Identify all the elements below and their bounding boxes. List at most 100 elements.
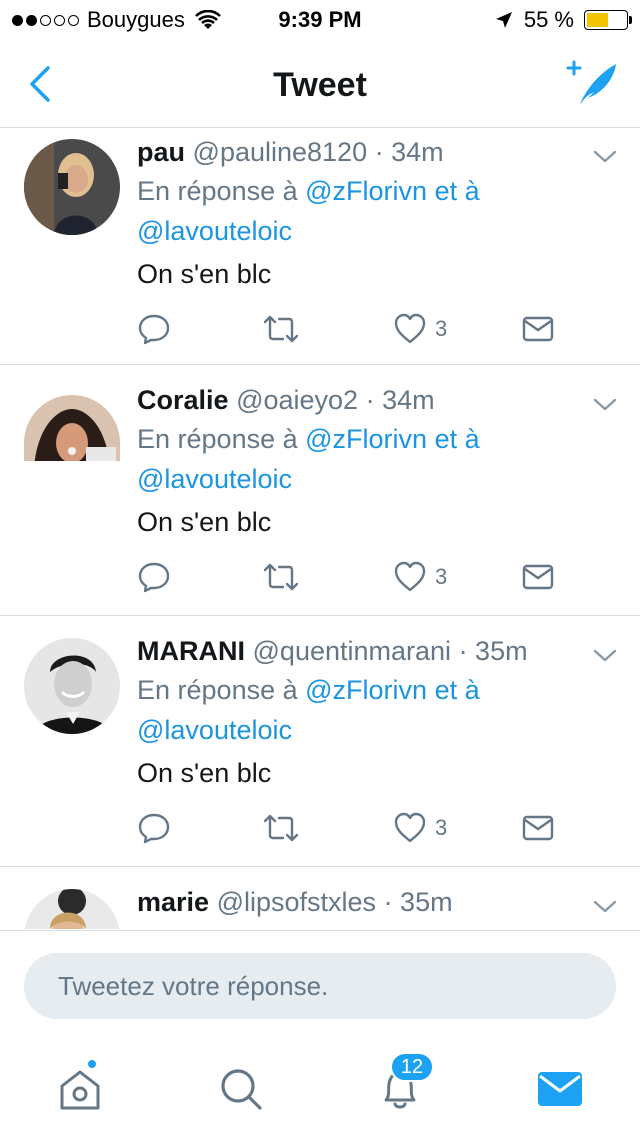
envelope-icon	[522, 564, 554, 590]
search-icon	[221, 1069, 262, 1110]
mention-link[interactable]: @zFlorivn	[305, 424, 427, 454]
like-button[interactable]: 3	[393, 808, 447, 848]
author-handle[interactable]: @pauline8120	[193, 137, 368, 167]
reply-joiner[interactable]: et à	[435, 424, 480, 454]
retweet-button[interactable]	[261, 309, 301, 349]
tweet-item[interactable]: marie @lipsofstxles · 35m	[0, 867, 640, 929]
direct-message-button[interactable]	[521, 808, 555, 848]
tweet-actions: 3	[137, 309, 567, 349]
tab-bar: 12	[0, 1040, 640, 1136]
heart-icon	[394, 812, 426, 843]
reply-prefix: En réponse à	[137, 424, 298, 454]
author-name[interactable]: pau	[137, 137, 185, 167]
tab-home[interactable]	[50, 1058, 110, 1118]
tweet-time: · 35m	[458, 636, 528, 666]
reply-button[interactable]	[137, 309, 171, 349]
author-handle[interactable]: @quentinmarani	[253, 636, 452, 666]
messages-icon	[538, 1072, 582, 1106]
reply-bar: Tweetez votre réponse.	[0, 930, 640, 1030]
chevron-down-icon[interactable]	[592, 646, 618, 664]
direct-message-button[interactable]	[521, 557, 555, 597]
reply-context: En réponse à @zFlorivn et à @lavouteloic	[137, 670, 557, 750]
location-arrow-icon	[495, 12, 512, 28]
reply-button[interactable]	[137, 557, 171, 597]
tweet-item[interactable]: Coralie @oaieyo2 · 34m En réponse à @zFl…	[0, 365, 640, 616]
chevron-down-icon[interactable]	[592, 147, 618, 165]
tweet-text: On s'en blc	[137, 259, 272, 289]
reply-input[interactable]: Tweetez votre réponse.	[24, 953, 616, 1019]
like-button[interactable]: 3	[393, 309, 447, 349]
status-bar: Bouygues 9:39 PM 55 %	[0, 0, 640, 40]
heart-icon	[394, 561, 426, 592]
tweet-header: marie @lipsofstxles · 35m	[137, 887, 453, 918]
tab-search[interactable]	[210, 1058, 270, 1118]
mention-link[interactable]: @zFlorivn	[305, 176, 427, 206]
tab-notifications[interactable]: 12	[370, 1052, 434, 1118]
home-icon	[60, 1070, 100, 1110]
like-button[interactable]: 3	[393, 557, 447, 597]
nav-bar: Tweet	[0, 40, 640, 128]
reply-icon	[138, 813, 170, 844]
author-name[interactable]: marie	[137, 887, 209, 917]
reply-joiner[interactable]: et à	[435, 176, 480, 206]
battery-level	[587, 13, 608, 27]
like-count: 3	[435, 316, 448, 341]
retweet-icon	[263, 563, 299, 591]
replies-feed[interactable]: pau @pauline8120 · 34m En réponse à @zFl…	[0, 129, 640, 929]
battery-icon	[584, 10, 632, 30]
cell-signal-icon	[12, 14, 79, 26]
wifi-icon	[194, 10, 221, 29]
retweet-button[interactable]	[261, 557, 301, 597]
tweet-time: · 35m	[383, 887, 453, 917]
avatar[interactable]	[24, 139, 120, 235]
heart-icon	[394, 313, 426, 344]
status-left: Bouygues	[12, 7, 221, 33]
avatar[interactable]	[24, 395, 120, 461]
mention-link[interactable]: @lavouteloic	[137, 216, 292, 246]
tweet-actions: 3	[137, 808, 567, 848]
mention-link[interactable]: @zFlorivn	[305, 675, 427, 705]
tweet-time: · 34m	[365, 385, 435, 415]
like-count: 3	[435, 815, 448, 840]
tab-messages[interactable]	[530, 1058, 590, 1118]
tweet-header: pau @pauline8120 · 34m	[137, 137, 444, 168]
avatar[interactable]	[24, 889, 120, 929]
envelope-icon	[522, 316, 554, 342]
tweet-item[interactable]: pau @pauline8120 · 34m En réponse à @zFl…	[0, 129, 640, 365]
reply-icon	[138, 314, 170, 345]
reply-joiner[interactable]: et à	[435, 675, 480, 705]
mention-link[interactable]: @lavouteloic	[137, 464, 292, 494]
envelope-icon	[522, 815, 554, 841]
like-count: 3	[435, 564, 448, 589]
tweet-text: On s'en blc	[137, 758, 272, 788]
notifications-badge: 12	[390, 1052, 434, 1082]
direct-message-button[interactable]	[521, 309, 555, 349]
tweet-header: MARANI @quentinmarani · 35m	[137, 636, 528, 667]
battery-percent: 55 %	[523, 7, 574, 32]
author-handle[interactable]: @lipsofstxles	[217, 887, 376, 917]
reply-button[interactable]	[137, 808, 171, 848]
tweet-actions: 3	[137, 557, 567, 597]
status-right: 55 %	[494, 7, 632, 33]
avatar[interactable]	[24, 638, 120, 734]
reply-context: En réponse à @zFlorivn et à @lavouteloic	[137, 419, 557, 499]
retweet-button[interactable]	[261, 808, 301, 848]
compose-tweet-icon[interactable]	[564, 58, 620, 110]
reply-prefix: En réponse à	[137, 675, 298, 705]
author-handle[interactable]: @oaieyo2	[236, 385, 358, 415]
reply-icon	[138, 562, 170, 593]
tweet-time: · 34m	[374, 137, 444, 167]
carrier-name: Bouygues	[87, 7, 185, 32]
reply-context: En réponse à @zFlorivn et à @lavouteloic	[137, 171, 557, 251]
chevron-down-icon[interactable]	[592, 395, 618, 413]
author-name[interactable]: MARANI	[137, 636, 245, 666]
new-tweets-dot	[86, 1058, 98, 1070]
author-name[interactable]: Coralie	[137, 385, 229, 415]
tweet-item[interactable]: MARANI @quentinmarani · 35m En réponse à…	[0, 616, 640, 867]
chevron-down-icon[interactable]	[592, 897, 618, 915]
mention-link[interactable]: @lavouteloic	[137, 715, 292, 745]
retweet-icon	[263, 315, 299, 343]
retweet-icon	[263, 814, 299, 842]
tweet-text: On s'en blc	[137, 507, 272, 537]
back-chevron-icon[interactable]	[22, 62, 62, 106]
